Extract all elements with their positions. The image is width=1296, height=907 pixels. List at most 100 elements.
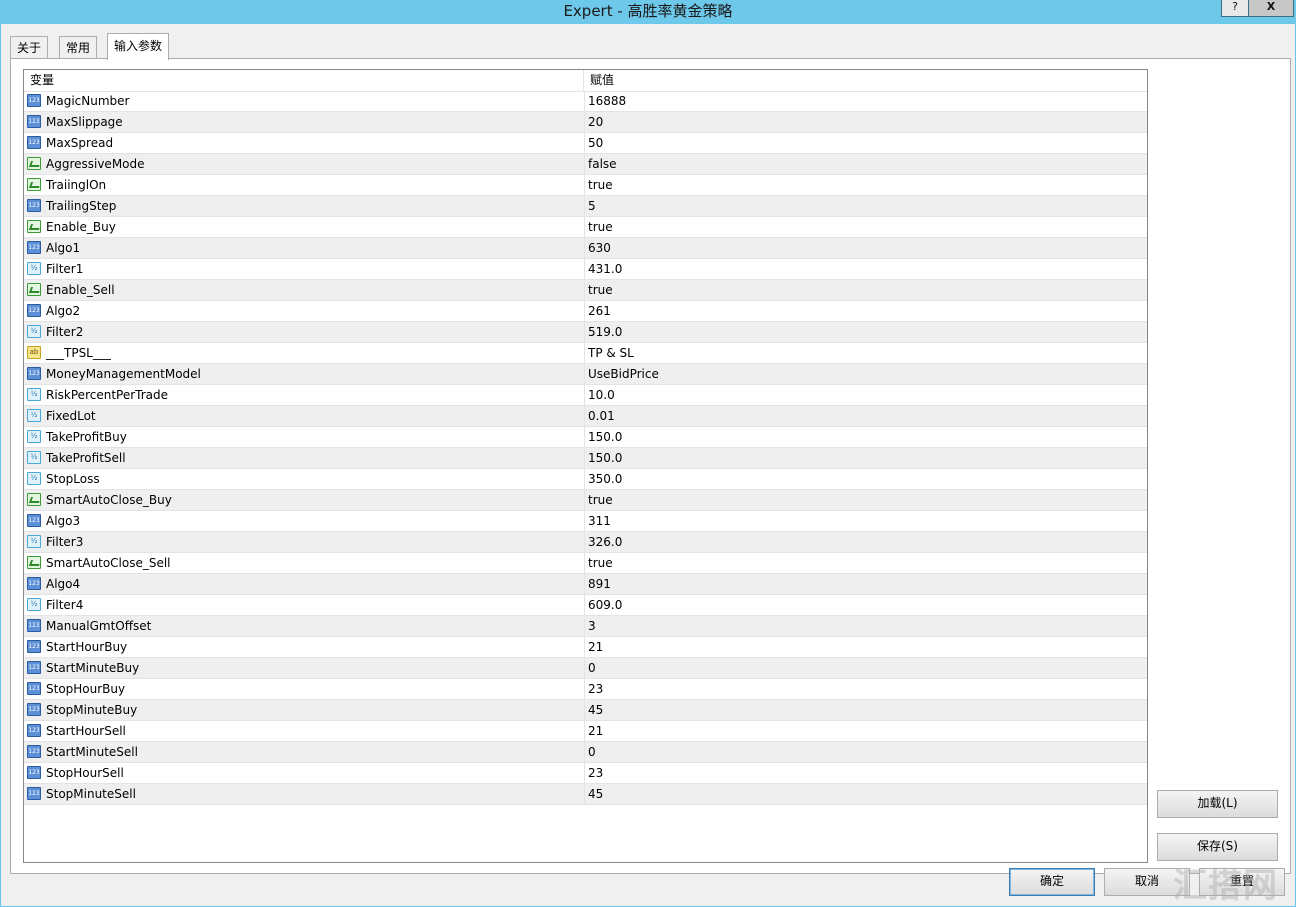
integer-type-icon: 123 bbox=[27, 514, 41, 527]
parameter-value[interactable]: 261 bbox=[588, 301, 611, 321]
table-row[interactable]: 123 Algo3 311 bbox=[24, 511, 1147, 532]
parameter-value[interactable]: 326.0 bbox=[588, 532, 622, 552]
table-row[interactable]: AggressiveMode false bbox=[24, 154, 1147, 175]
table-row[interactable]: 123 MagicNumber 16888 bbox=[24, 91, 1147, 112]
table-row[interactable]: 123 MaxSpread 50 bbox=[24, 133, 1147, 154]
parameter-value[interactable]: 311 bbox=[588, 511, 611, 531]
parameter-name: Algo2 bbox=[46, 304, 81, 318]
parameter-name: Filter1 bbox=[46, 262, 84, 276]
column-divider bbox=[584, 469, 585, 489]
column-divider bbox=[584, 700, 585, 720]
table-row[interactable]: Enable_Buy true bbox=[24, 217, 1147, 238]
save-button[interactable]: 保存(S) bbox=[1157, 833, 1278, 861]
parameter-value[interactable]: true bbox=[588, 553, 613, 573]
table-row[interactable]: 123 Algo1 630 bbox=[24, 238, 1147, 259]
parameter-name: StopHourBuy bbox=[46, 682, 126, 696]
parameter-value[interactable]: true bbox=[588, 490, 613, 510]
table-row[interactable]: 123 StartHourBuy 21 bbox=[24, 637, 1147, 658]
table-row[interactable]: ½ RiskPercentPerTrade 10.0 bbox=[24, 385, 1147, 406]
parameter-value[interactable]: 150.0 bbox=[588, 448, 622, 468]
parameter-value[interactable]: 20 bbox=[588, 112, 603, 132]
integer-type-icon: 123 bbox=[27, 619, 41, 632]
table-row[interactable]: 123 StopMinuteSell 45 bbox=[24, 784, 1147, 805]
table-row[interactable]: 123 MoneyManagementModel UseBidPrice bbox=[24, 364, 1147, 385]
parameter-value[interactable]: 45 bbox=[588, 700, 603, 720]
table-row[interactable]: Enable_Sell true bbox=[24, 280, 1147, 301]
table-row[interactable]: ½ Filter4 609.0 bbox=[24, 595, 1147, 616]
table-row[interactable]: ½ FixedLot 0.01 bbox=[24, 406, 1147, 427]
parameter-value[interactable]: false bbox=[588, 154, 617, 174]
window-title: Expert - 高胜率黄金策略 bbox=[563, 2, 733, 20]
table-row[interactable]: 123 StopHourBuy 23 bbox=[24, 679, 1147, 700]
parameter-name: StartHourBuy bbox=[46, 640, 128, 654]
dialog-client: 关于 常用 输入参数 变量 赋值 123 MagicNumber 16888 123 M… bbox=[1, 24, 1295, 906]
column-divider bbox=[584, 322, 585, 342]
table-row[interactable]: 123 StopHourSell 23 bbox=[24, 763, 1147, 784]
parameter-value[interactable]: 3 bbox=[588, 616, 596, 636]
table-row[interactable]: 123 StartMinuteSell 0 bbox=[24, 742, 1147, 763]
help-button[interactable]: ? bbox=[1221, 0, 1249, 17]
parameter-value[interactable]: 23 bbox=[588, 679, 603, 699]
title-bar[interactable]: Expert - 高胜率黄金策略 ? X bbox=[0, 0, 1296, 24]
double-type-icon: ½ bbox=[27, 472, 41, 485]
table-row[interactable]: 123 ManualGmtOffset 3 bbox=[24, 616, 1147, 637]
parameter-value[interactable]: 21 bbox=[588, 637, 603, 657]
tab-common[interactable]: 常用 bbox=[59, 36, 98, 59]
table-row[interactable]: 123 MaxSlippage 20 bbox=[24, 112, 1147, 133]
parameter-value[interactable]: 630 bbox=[588, 238, 611, 258]
table-row[interactable]: ½ Filter1 431.0 bbox=[24, 259, 1147, 280]
parameter-value[interactable]: 431.0 bbox=[588, 259, 622, 279]
table-row[interactable]: 123 Algo2 261 bbox=[24, 301, 1147, 322]
table-row[interactable]: SmartAutoClose_Buy true bbox=[24, 490, 1147, 511]
table-row[interactable]: 123 StopMinuteBuy 45 bbox=[24, 700, 1147, 721]
table-row[interactable]: ½ TakeProfitSell 150.0 bbox=[24, 448, 1147, 469]
table-row[interactable]: ½ Filter3 326.0 bbox=[24, 532, 1147, 553]
parameter-value[interactable]: 519.0 bbox=[588, 322, 622, 342]
parameter-value[interactable]: 609.0 bbox=[588, 595, 622, 615]
load-button[interactable]: 加载(L) bbox=[1157, 790, 1278, 818]
column-divider bbox=[584, 280, 585, 300]
column-divider bbox=[584, 385, 585, 405]
parameter-value[interactable]: 0 bbox=[588, 742, 596, 762]
boolean-type-icon bbox=[27, 178, 41, 191]
parameter-name: SmartAutoClose_Sell bbox=[46, 556, 171, 570]
parameter-value[interactable]: UseBidPrice bbox=[588, 364, 659, 384]
integer-type-icon: 123 bbox=[27, 304, 41, 317]
parameter-value[interactable]: 350.0 bbox=[588, 469, 622, 489]
parameter-value[interactable]: 0.01 bbox=[588, 406, 615, 426]
parameter-value[interactable]: true bbox=[588, 217, 613, 237]
parameter-value[interactable]: 50 bbox=[588, 133, 603, 153]
close-button[interactable]: X bbox=[1248, 0, 1294, 17]
parameter-value[interactable]: true bbox=[588, 280, 613, 300]
table-row[interactable]: ½ StopLoss 350.0 bbox=[24, 469, 1147, 490]
column-divider bbox=[584, 679, 585, 699]
parameter-value[interactable]: 5 bbox=[588, 196, 596, 216]
parameter-value[interactable]: true bbox=[588, 175, 613, 195]
table-row[interactable]: ab ___TPSL___ TP & SL bbox=[24, 343, 1147, 364]
parameter-value[interactable]: 150.0 bbox=[588, 427, 622, 447]
table-row[interactable]: SmartAutoClose_Sell true bbox=[24, 553, 1147, 574]
column-header-variable[interactable]: 变量 bbox=[24, 70, 584, 91]
table-row[interactable]: ½ TakeProfitBuy 150.0 bbox=[24, 427, 1147, 448]
table-row[interactable]: 123 StartMinuteBuy 0 bbox=[24, 658, 1147, 679]
tab-about[interactable]: 关于 bbox=[10, 36, 49, 59]
table-row[interactable]: 123 Algo4 891 bbox=[24, 574, 1147, 595]
tab-inputs[interactable]: 输入参数 bbox=[107, 33, 170, 60]
parameter-name: Algo1 bbox=[46, 241, 81, 255]
parameter-value[interactable]: 0 bbox=[588, 658, 596, 678]
parameter-value[interactable]: TP & SL bbox=[588, 343, 634, 363]
parameter-name: MaxSlippage bbox=[46, 115, 123, 129]
parameter-value[interactable]: 23 bbox=[588, 763, 603, 783]
ok-button[interactable]: 确定 bbox=[1009, 868, 1095, 896]
table-row[interactable]: 123 TrailingStep 5 bbox=[24, 196, 1147, 217]
parameter-value[interactable]: 10.0 bbox=[588, 385, 615, 405]
table-row[interactable]: 123 StartHourSell 21 bbox=[24, 721, 1147, 742]
parameter-value[interactable]: 21 bbox=[588, 721, 603, 741]
parameters-grid[interactable]: 变量 赋值 123 MagicNumber 16888 123 MaxSlippage 2… bbox=[23, 69, 1148, 863]
parameter-value[interactable]: 45 bbox=[588, 784, 603, 804]
table-row[interactable]: TraiinglOn true bbox=[24, 175, 1147, 196]
column-header-value[interactable]: 赋值 bbox=[584, 70, 1146, 91]
table-row[interactable]: ½ Filter2 519.0 bbox=[24, 322, 1147, 343]
parameter-value[interactable]: 16888 bbox=[588, 91, 626, 111]
parameter-value[interactable]: 891 bbox=[588, 574, 611, 594]
